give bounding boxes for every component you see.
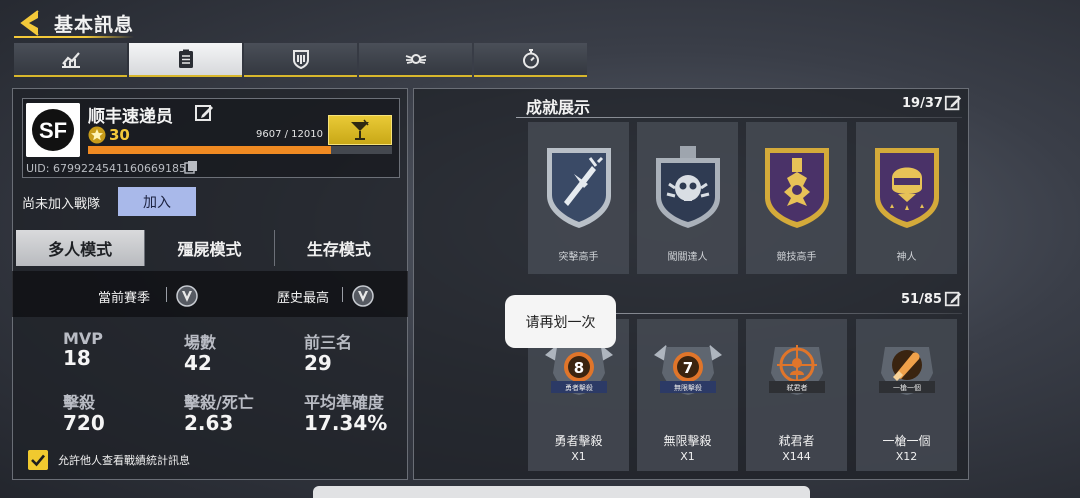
one-shot-medal-icon (879, 347, 935, 395)
medal-count: X1 (680, 450, 695, 463)
uid-text: UID: 6799224541160669185 (26, 162, 186, 175)
achievement-card[interactable]: 神人 (856, 122, 957, 274)
allow-view-checkbox[interactable] (28, 450, 48, 470)
stat-kills: 擊殺 720 (63, 389, 105, 435)
medal-name: 無限擊殺 (663, 434, 712, 448)
medal-name: 弒君者 (778, 434, 815, 448)
level-star-icon (88, 126, 106, 144)
medal-tag: 勇者擊殺 (565, 384, 593, 392)
svg-text:SF: SF (39, 118, 67, 143)
stat-kd: 擊殺/死亡 2.63 (184, 389, 254, 435)
clan-status-label: 尚未加入戰隊 (22, 197, 101, 212)
kingslayer-medal-icon (769, 345, 825, 395)
stat-value: 29 (304, 351, 332, 375)
stat-value: 18 (63, 346, 91, 370)
stat-matches: 場數 42 (184, 329, 216, 375)
medal-card[interactable]: 一槍一個 一槍一個 X12 (856, 319, 957, 471)
xp-progress-fill (88, 146, 332, 154)
xp-text: 9607 / 12010 (256, 129, 323, 140)
player-name: 顺丰速递员 (88, 107, 173, 127)
join-clan-button[interactable]: 加入 (118, 187, 196, 216)
current-season-label: 當前賽季 (98, 291, 151, 306)
stopwatch-icon (522, 49, 539, 69)
tab-clan[interactable] (244, 43, 357, 77)
unlimited-kill-medal-icon: 7 (654, 345, 722, 395)
achievement-name: 闖關達人 (667, 252, 708, 263)
achievement-card[interactable]: 競技高手 (746, 122, 847, 274)
best-season-label: 歷史最高 (277, 291, 330, 306)
xp-progress-bar (88, 146, 392, 154)
stat-label: 擊殺/死亡 (184, 393, 254, 412)
stat-label: 擊殺 (63, 393, 96, 412)
medal-card[interactable]: 弒君者 弒君者 X144 (746, 319, 847, 471)
medals-count: 51/85 (901, 292, 942, 307)
stat-accuracy: 平均準確度 17.34% (304, 389, 387, 435)
assault-badge-icon (547, 148, 611, 228)
medal-name: 一槍一個 (882, 434, 931, 448)
medal-tag: 無限擊殺 (674, 384, 702, 392)
achievements-title: 成就展示 (526, 98, 591, 117)
tab-stats[interactable] (14, 43, 127, 77)
avatar[interactable]: SF (26, 103, 80, 157)
page-title: 基本訊息 (54, 14, 135, 36)
tab-bar (14, 43, 589, 79)
achievement-card[interactable]: 突擊高手 (528, 122, 629, 274)
divider (516, 117, 962, 118)
cheer-button[interactable] (328, 115, 392, 145)
edit-medals-icon[interactable] (944, 290, 962, 308)
tab-history[interactable] (474, 43, 587, 77)
allow-view-label: 允許他人查看戰績統計訊息 (58, 454, 190, 467)
tab-basic-info[interactable] (129, 43, 242, 77)
tab-survival[interactable]: 生存模式 (275, 230, 403, 266)
divider (166, 287, 167, 302)
stats-chart-icon (61, 52, 80, 68)
achievements-count: 19/37 (902, 96, 943, 111)
cross-medal-badge-icon (765, 148, 829, 228)
stat-value: 2.63 (184, 411, 234, 435)
tab-rank[interactable] (359, 43, 472, 77)
svg-text:8: 8 (574, 359, 584, 377)
tab-zombie[interactable]: 殭屍模式 (145, 230, 275, 266)
home-indicator[interactable] (313, 486, 810, 498)
medal-tag: 弒君者 (786, 384, 808, 392)
achievement-card[interactable]: 闖關達人 (637, 122, 738, 274)
medal-tag: 一槍一個 (893, 384, 921, 392)
current-rank-badge-icon[interactable] (176, 285, 198, 307)
edit-name-icon[interactable] (194, 103, 214, 123)
medal-card[interactable]: 7 無限擊殺 無限擊殺 X1 (637, 319, 738, 471)
svg-text:7: 7 (683, 359, 693, 377)
toast-message: 请再划一次 (505, 295, 616, 348)
wings-emblem-icon (405, 54, 426, 64)
stat-value: 720 (63, 411, 105, 435)
cocktail-glass-icon (351, 119, 369, 140)
achievement-name: 競技高手 (776, 252, 817, 263)
clipboard-icon (178, 49, 193, 68)
stat-mvp: MVP 18 (63, 329, 103, 370)
stat-value: 42 (184, 351, 212, 375)
achievement-name: 神人 (896, 252, 917, 263)
copy-icon[interactable] (184, 160, 198, 174)
skull-badge-icon (656, 146, 720, 228)
tab-multiplayer[interactable]: 多人模式 (16, 230, 146, 266)
medal-count: X1 (571, 450, 586, 463)
achievement-name: 突擊高手 (558, 252, 599, 263)
mode-tabs: 多人模式 殭屍模式 生存模式 (16, 230, 403, 266)
season-row: 當前賽季 歷史最高 (12, 271, 408, 317)
helmet-badge-icon (875, 148, 939, 228)
stat-value: 17.34% (304, 411, 388, 435)
stat-label: 場數 (184, 333, 217, 352)
medal-count: X144 (782, 450, 811, 463)
best-rank-badge-icon[interactable] (352, 285, 374, 307)
medal-count: X12 (895, 450, 918, 463)
stat-top3: 前三名 29 (304, 329, 352, 375)
back-arrow-icon[interactable] (18, 9, 42, 37)
stat-label: 平均準確度 (304, 393, 385, 412)
title-underline (14, 36, 134, 38)
divider (342, 287, 343, 302)
medal-name: 勇者擊殺 (554, 434, 603, 448)
edit-achievements-icon[interactable] (944, 94, 962, 112)
stat-label: 前三名 (304, 333, 353, 352)
player-level: 30 (109, 126, 130, 144)
shield-emblem-icon (292, 50, 309, 70)
